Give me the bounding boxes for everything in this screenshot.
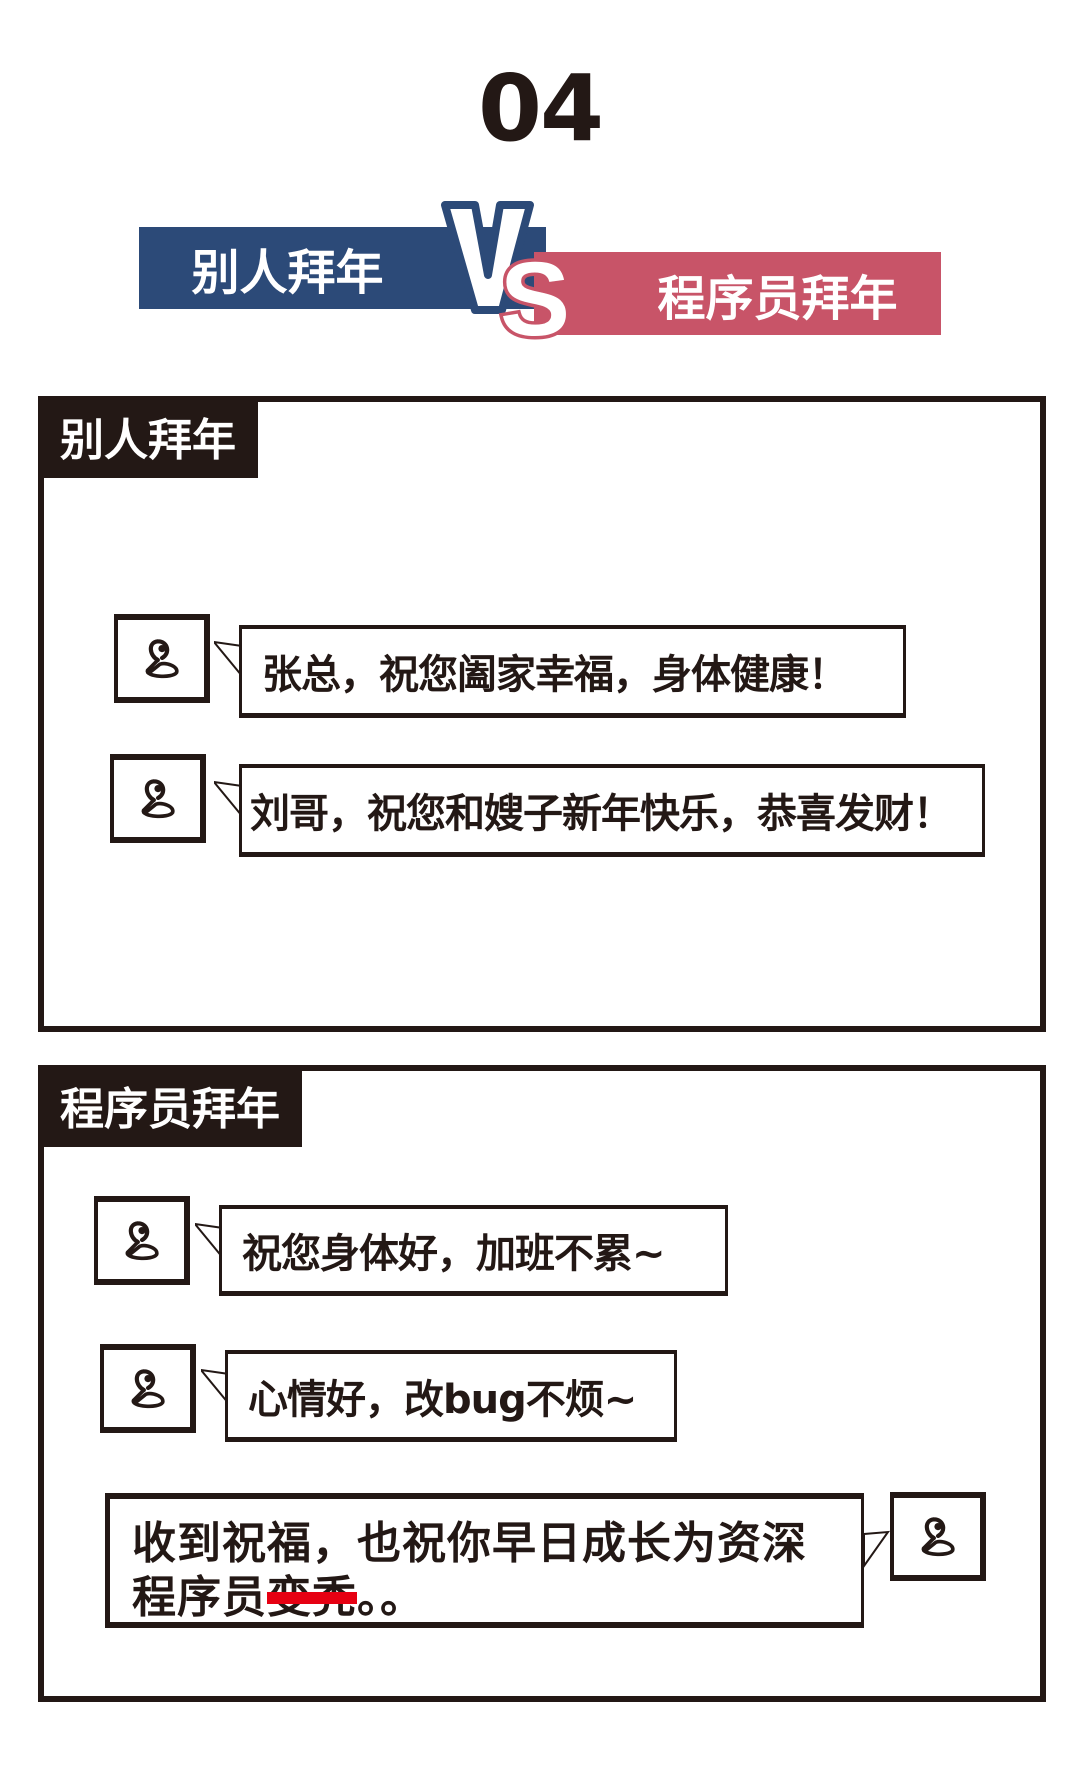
reply-bubble: 收到祝福，也祝你早日成长为资深 程序员变秃。。 [105,1493,864,1628]
programmer-greeting-banner: 程序员拜年 [534,252,941,335]
chat-bubble: 祝您身体好，加班不累~ [219,1205,728,1296]
user-avatar-icon [911,1511,963,1563]
message-text: 祝您身体好，加班不累~ [242,1231,666,1277]
avatar [94,1196,190,1285]
vs-logo: S [441,201,574,345]
reply-suffix: 。。 [357,1572,425,1623]
message-text: 张总，祝您阖家幸福，身体健康！ [262,652,848,698]
bubble-tail-icon [863,1530,891,1570]
avatar [114,614,210,703]
reply-line-1: 收到祝福，也祝你早日成长为资深 [132,1518,807,1569]
message-text: 心情好，改bug不烦~ [248,1376,637,1423]
chat-bubble: 心情好，改bug不烦~ [225,1350,677,1442]
banner-right-label: 程序员拜年 [657,270,898,327]
reply-line-2: 程序员变秃。。 [132,1571,861,1625]
user-avatar-icon [121,1363,173,1415]
banner-left-label: 别人拜年 [191,245,384,301]
user-avatar-icon [131,773,183,825]
panel-title: 程序员拜年 [38,1065,302,1147]
avatar [100,1344,196,1433]
avatar [110,754,206,843]
avatar [890,1492,986,1581]
reply-prefix: 程序员 [132,1572,267,1623]
struck-text: 变秃 [267,1572,357,1623]
user-avatar-icon [115,1215,167,1267]
chat-bubble: 刘哥，祝您和嫂子新年快乐，恭喜发财！ [239,764,985,857]
panel-title: 别人拜年 [38,396,258,478]
message-text: 刘哥，祝您和嫂子新年快乐，恭喜发财！ [250,791,953,837]
user-avatar-icon [135,633,187,685]
chat-bubble: 张总，祝您阖家幸福，身体健康！ [239,625,906,718]
svg-text:S: S [500,241,570,345]
section-number: 04 [477,55,604,162]
